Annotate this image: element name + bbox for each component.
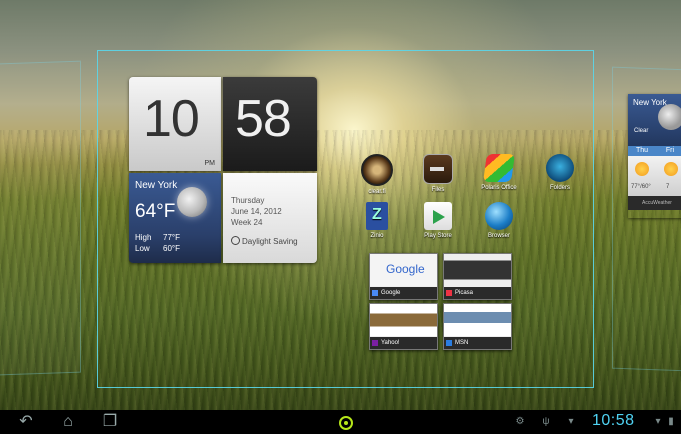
app-label: clear.fi <box>368 189 386 195</box>
accuweather-current: New York Clear <box>628 94 681 146</box>
sun-icon <box>664 162 678 176</box>
wifi-signal-icon: ▾ <box>568 416 574 427</box>
accuweather-status: Clear <box>634 128 649 134</box>
daylight-saving-label: Daylight Saving <box>242 237 298 246</box>
weather-city: New York <box>135 180 178 191</box>
app-browser[interactable]: Browser <box>472 202 526 239</box>
accuweather-footer: AccuWeather <box>628 196 681 210</box>
app-play-store[interactable]: Play Store <box>411 202 465 239</box>
date-week: Week 24 <box>231 218 263 227</box>
app-polaris-office[interactable]: Polaris Office <box>472 154 526 191</box>
bookmark-label: MSN <box>455 340 469 346</box>
status-bar-clock[interactable]: 10:58 <box>592 412 635 430</box>
home-screen: 10 PM 58 New York 64°F High 77°F Low 60°F … <box>0 0 681 434</box>
clock-ampm: PM <box>204 160 216 167</box>
clock-hours-tile: 10 PM <box>129 77 221 171</box>
app-label: Files <box>431 187 445 193</box>
low-value: 60°F <box>163 244 180 253</box>
date-full: June 14, 2012 <box>231 207 282 216</box>
app-files[interactable]: Files <box>411 154 465 193</box>
accuweather-widget[interactable]: New York Clear Thu Fri 77°/60° 7 AccuWeat… <box>628 94 681 218</box>
bookmark-msn[interactable]: MSN <box>443 303 512 350</box>
app-label: Browser <box>487 233 510 239</box>
app-launcher-button[interactable] <box>339 416 353 430</box>
forecast-day: Thu <box>635 147 649 154</box>
bookmark-label-bar: Picasa <box>444 287 511 299</box>
clock-hours: 10 <box>143 90 200 148</box>
clock-widget[interactable]: 10 PM 58 New York 64°F High 77°F Low 60°F … <box>129 77 317 263</box>
sun-icon <box>635 162 649 176</box>
home-icon: ⌂ <box>63 413 73 430</box>
play-store-icon <box>424 202 452 230</box>
accuweather-provider: AccuWeather <box>642 200 672 206</box>
bookmark-label-bar: MSN <box>444 337 511 349</box>
bookmark-thumbnail <box>444 254 511 286</box>
forecast-tiles: 77°/60° 7 <box>628 156 681 196</box>
moon-icon <box>177 187 207 217</box>
bookmark-yahoo[interactable]: Yahoo! <box>369 303 438 350</box>
bookmark-label: Picasa <box>455 290 474 296</box>
date-text: Thursday June 14, 2012 Week 24 <box>231 195 282 228</box>
recent-apps-icon: ❐ <box>102 413 118 430</box>
forecast-temp: 77°/60° <box>631 184 651 190</box>
forecast-days: Thu Fri <box>628 146 681 156</box>
accuweather-city: New York <box>633 98 667 107</box>
daylight-saving: Daylight Saving <box>231 236 298 246</box>
bookmark-label: Yahoo! <box>381 340 400 346</box>
weather-temp: 64°F <box>135 201 176 222</box>
moon-icon <box>658 104 681 130</box>
browser-icon <box>485 202 513 230</box>
wifi-icon: ▾ <box>655 416 661 427</box>
date-weekday: Thursday <box>231 196 265 205</box>
clock-minutes-tile: 58 <box>223 77 317 171</box>
picasa-favicon-icon <box>446 290 452 296</box>
files-icon <box>423 154 453 184</box>
google-favicon-icon <box>372 290 378 296</box>
bookmarks-widget: Google Google Picasa Yahoo! MSN <box>369 253 512 365</box>
weather-tile[interactable]: New York 64°F High 77°F Low 60°F <box>129 173 221 263</box>
high-label: High <box>135 233 152 242</box>
clock-minutes: 58 <box>235 90 292 148</box>
bookmark-google[interactable]: Google Google <box>369 253 438 300</box>
android-debug-icon: ⚙ <box>515 416 525 427</box>
msn-favicon-icon <box>446 340 452 346</box>
bookmark-label-bar: Google <box>370 287 437 299</box>
left-homescreen-panel[interactable] <box>0 60 81 376</box>
bookmark-label: Google <box>381 290 401 296</box>
bookmark-thumbnail: Google <box>370 254 437 286</box>
back-button[interactable]: ↶ <box>14 412 38 432</box>
app-clearfi[interactable]: clear.fi <box>350 154 404 195</box>
app-label: Zinio <box>370 233 384 239</box>
clearfi-icon <box>361 154 393 186</box>
forecast-temp: 7 <box>666 184 670 190</box>
bookmark-thumbnail <box>444 304 511 336</box>
usb-icon: ψ <box>542 416 550 427</box>
app-zinio[interactable]: Zinio <box>350 202 404 239</box>
bookmark-picasa[interactable]: Picasa <box>443 253 512 300</box>
app-folders[interactable]: Folders <box>533 154 587 191</box>
battery-icon: ▮ <box>668 416 674 427</box>
yahoo-favicon-icon <box>372 340 378 346</box>
polaris-office-icon <box>483 154 515 182</box>
clock-small-icon <box>231 236 240 245</box>
home-button[interactable]: ⌂ <box>56 412 80 432</box>
high-value: 77°F <box>163 233 180 242</box>
low-label: Low <box>135 244 150 253</box>
folders-icon <box>546 154 574 182</box>
zinio-icon <box>366 202 388 230</box>
app-label: Play Store <box>424 233 452 239</box>
recent-apps-button[interactable]: ❐ <box>98 412 122 432</box>
app-label: Polaris Office <box>481 185 517 191</box>
app-label: Folders <box>549 185 570 191</box>
bookmark-label-bar: Yahoo! <box>370 337 437 349</box>
date-tile[interactable]: Thursday June 14, 2012 Week 24 Daylight … <box>223 173 317 263</box>
bookmark-thumbnail <box>370 304 437 336</box>
back-arrow-icon: ↶ <box>19 413 33 430</box>
google-logo: Google <box>386 262 425 276</box>
weather-high-low: High 77°F Low 60°F <box>135 232 180 254</box>
forecast-day: Fri <box>665 147 675 154</box>
